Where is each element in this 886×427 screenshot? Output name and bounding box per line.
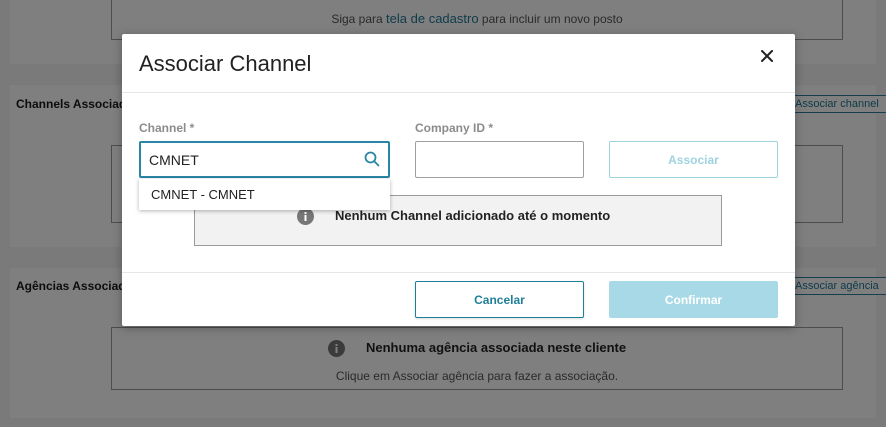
cancel-button[interactable]: Cancelar — [415, 281, 584, 318]
channel-input-value: CMNET — [149, 151, 199, 168]
search-icon[interactable] — [364, 151, 380, 167]
dropdown-option[interactable]: CMNET - CMNET — [139, 179, 390, 210]
modal-title: Associar Channel — [139, 51, 312, 76]
header-divider — [122, 92, 795, 93]
empty-message: Nenhum Channel adicionado até o momento — [335, 208, 611, 223]
associar-channel-modal: Associar Channel Channel * CMNET Company… — [122, 34, 795, 326]
close-button[interactable] — [757, 46, 777, 66]
associar-button[interactable]: Associar — [609, 141, 778, 178]
confirm-button[interactable]: Confirmar — [609, 281, 778, 318]
info-icon — [297, 208, 314, 225]
company-id-input[interactable] — [415, 141, 584, 178]
close-icon — [761, 50, 773, 62]
channel-input[interactable]: CMNET — [139, 141, 390, 178]
footer-divider — [122, 272, 795, 273]
channel-autocomplete-dropdown: CMNET - CMNET — [139, 179, 390, 210]
company-id-label: Company ID * — [415, 121, 494, 135]
channel-label: Channel * — [139, 121, 195, 135]
